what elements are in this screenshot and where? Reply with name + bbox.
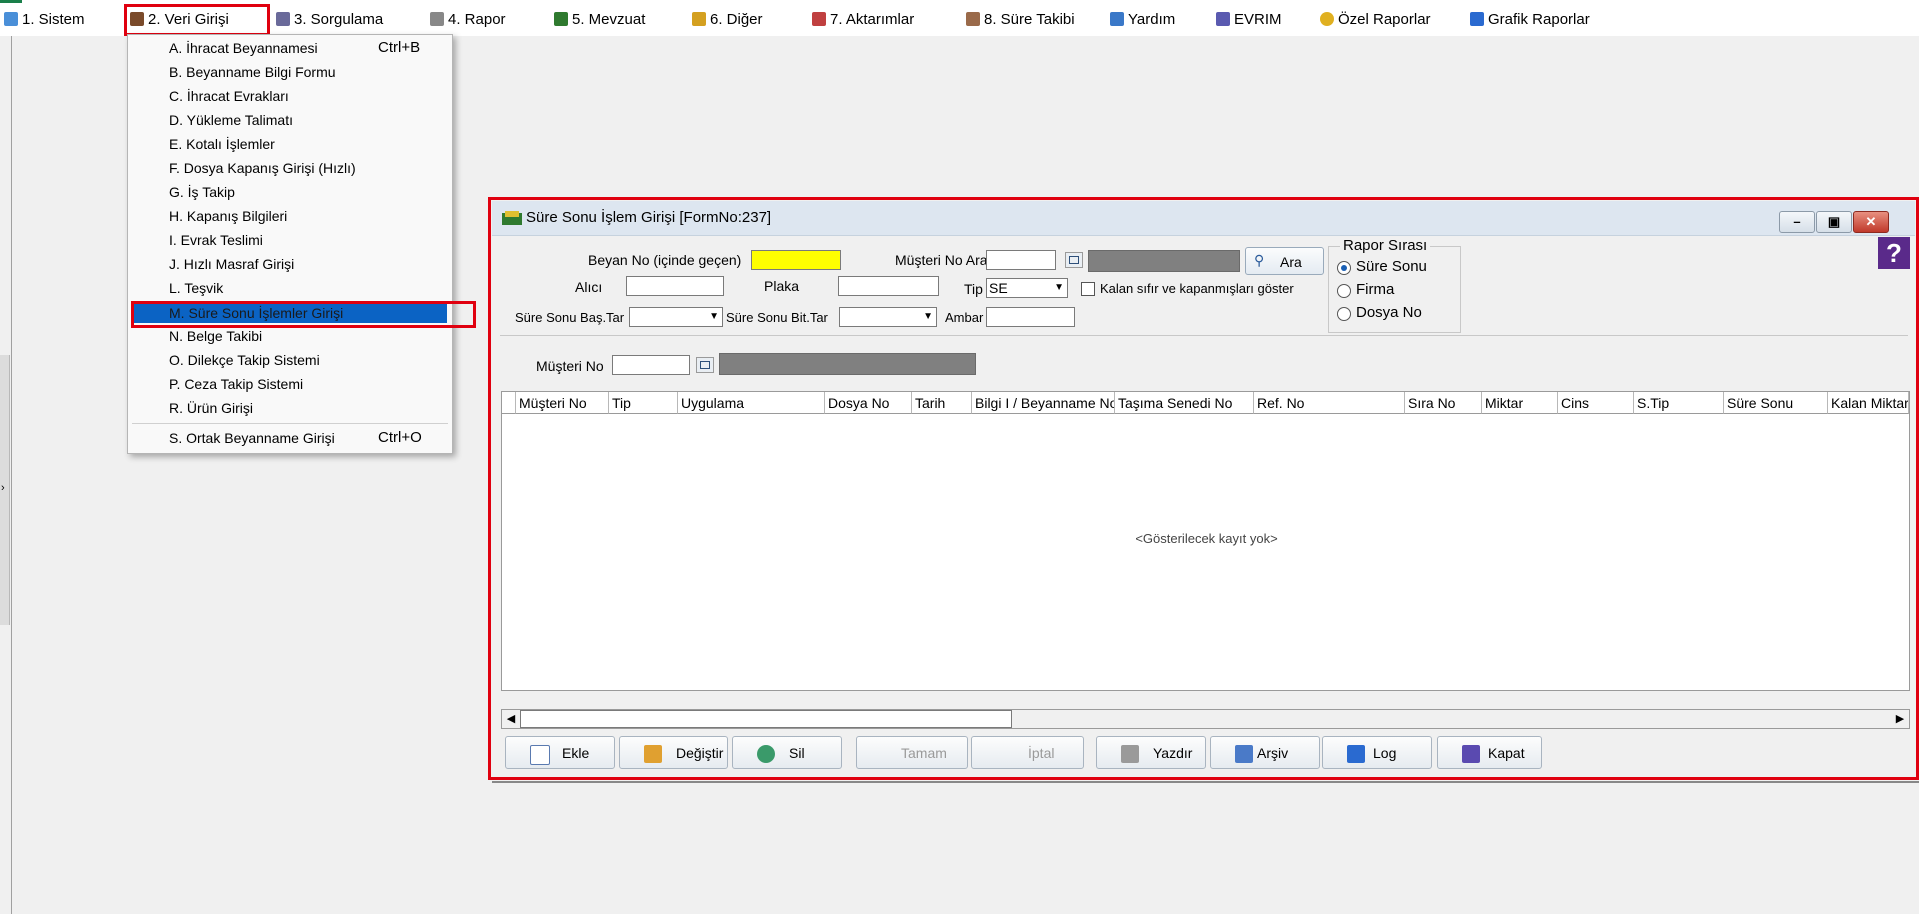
printer-icon bbox=[430, 12, 444, 26]
menu-diger[interactable]: 6. Diğer bbox=[692, 4, 792, 36]
dropdown-item-urun-girisi[interactable]: R. Ürün Girişi bbox=[128, 396, 452, 420]
menu-label: 3. Sorgulama bbox=[294, 11, 384, 28]
chevron-right-icon: › bbox=[1, 482, 5, 494]
menu-label: Özel Raporlar bbox=[1338, 11, 1431, 28]
dropdown-item-yukleme-talimati[interactable]: D. Yükleme Talimatı bbox=[128, 108, 452, 132]
app-accent-mark bbox=[0, 0, 22, 3]
query-icon bbox=[276, 12, 290, 26]
dropdown-item-tesvik[interactable]: L. Teşvik bbox=[128, 276, 452, 300]
dropdown-item-ihracat-evraklari[interactable]: C. İhracat Evrakları bbox=[128, 84, 452, 108]
menu-label: 8. Süre Takibi bbox=[984, 11, 1075, 28]
menu-label: 4. Rapor bbox=[448, 11, 506, 28]
menu-mevzuat[interactable]: 5. Mevzuat bbox=[554, 4, 674, 36]
help-icon bbox=[1110, 12, 1124, 26]
menu-aktarimlar[interactable]: 7. Aktarımlar bbox=[812, 4, 952, 36]
dropdown-separator bbox=[132, 423, 448, 424]
menu-grafik-raporlar[interactable]: Grafik Raporlar bbox=[1470, 4, 1600, 36]
menu-label: 7. Aktarımlar bbox=[830, 11, 915, 28]
dropdown-item-dosya-kapanis-girisi[interactable]: F. Dosya Kapanış Girişi (Hızlı) bbox=[128, 156, 452, 180]
menu-sorgulama[interactable]: 3. Sorgulama bbox=[276, 4, 406, 36]
left-panel-toggle[interactable]: › bbox=[0, 355, 10, 625]
other-icon bbox=[692, 12, 706, 26]
calendar-icon bbox=[966, 12, 980, 26]
menu-label: 5. Mevzuat bbox=[572, 11, 646, 28]
dropdown-item-evrak-teslimi[interactable]: I. Evrak Teslimi bbox=[128, 228, 452, 252]
menu-label: EVRIM bbox=[1234, 11, 1282, 28]
data-entry-icon bbox=[130, 12, 144, 26]
window-highlight bbox=[488, 197, 1919, 780]
menu-evrim[interactable]: EVRIM bbox=[1216, 4, 1296, 36]
menu-label: Yardım bbox=[1128, 11, 1176, 28]
menu-label: 2. Veri Girişi bbox=[148, 11, 229, 28]
menu-label: Grafik Raporlar bbox=[1488, 11, 1590, 28]
dropdown-item-hizli-masraf-girisi[interactable]: J. Hızlı Masraf Girişi bbox=[128, 252, 452, 276]
dropdown-item-ortak-beyanname-girisi[interactable]: S. Ortak Beyanname Girişi Ctrl+O bbox=[128, 426, 452, 450]
star-icon bbox=[1320, 12, 1334, 26]
dropdown-item-ihracat-beyannamesi[interactable]: A. İhracat Beyannamesi Ctrl+B bbox=[128, 36, 452, 60]
menu-label: 1. Sistem bbox=[22, 11, 85, 28]
menu-sure-takibi[interactable]: 8. Süre Takibi bbox=[966, 4, 1086, 36]
workspace-border bbox=[11, 36, 12, 914]
menu-label: 6. Diğer bbox=[710, 11, 763, 28]
dropdown-item-beyanname-bilgi-formu[interactable]: B. Beyanname Bilgi Formu bbox=[128, 60, 452, 84]
menu-yardim[interactable]: Yardım bbox=[1110, 4, 1190, 36]
system-icon bbox=[4, 12, 18, 26]
transfer-icon bbox=[812, 12, 826, 26]
dropdown-item-kapanis-bilgileri[interactable]: H. Kapanış Bilgileri bbox=[128, 204, 452, 228]
chart-icon bbox=[1470, 12, 1484, 26]
dropdown-item-dilekce-takip[interactable]: O. Dilekçe Takip Sistemi bbox=[128, 348, 452, 372]
menu-rapor[interactable]: 4. Rapor bbox=[430, 4, 530, 36]
window-shadow bbox=[492, 781, 1919, 783]
dropdown-item-kotali-islemler[interactable]: E. Kotalı İşlemler bbox=[128, 132, 452, 156]
veri-girisi-dropdown: A. İhracat Beyannamesi Ctrl+B B. Beyannam… bbox=[127, 34, 476, 454]
dropdown-item-is-takip[interactable]: G. İş Takip bbox=[128, 180, 452, 204]
menu-sistem[interactable]: 1. Sistem bbox=[4, 4, 96, 36]
evrim-icon bbox=[1216, 12, 1230, 26]
dropdown-item-ceza-takip[interactable]: P. Ceza Takip Sistemi bbox=[128, 372, 452, 396]
menu-ozel-raporlar[interactable]: Özel Raporlar bbox=[1320, 4, 1440, 36]
dropdown-item-belge-takibi[interactable]: N. Belge Takibi bbox=[128, 324, 452, 348]
menu-veri-girisi[interactable]: 2. Veri Girişi bbox=[124, 4, 270, 36]
menu-bar: 1. Sistem 2. Veri Girişi 3. Sorgulama 4.… bbox=[0, 4, 1919, 36]
books-icon bbox=[554, 12, 568, 26]
